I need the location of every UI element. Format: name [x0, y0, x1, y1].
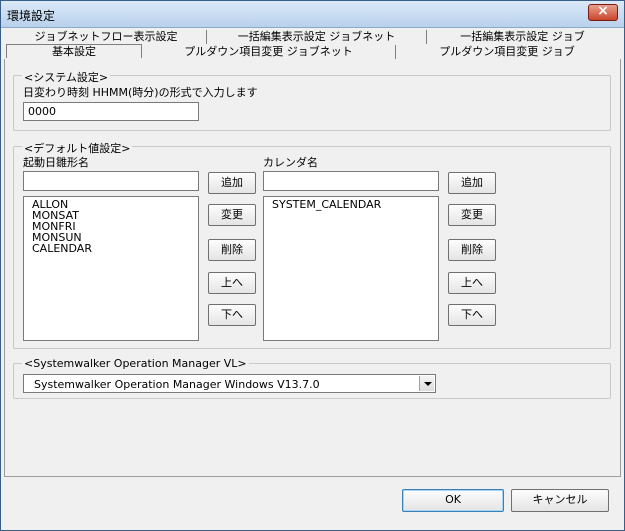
operation-manager-selected: Systemwalker Operation Manager Windows V… — [34, 378, 320, 391]
pattern-down-button[interactable]: 下へ — [208, 304, 256, 326]
calendar-down-button[interactable]: 下へ — [448, 304, 496, 326]
window-title: 環境設定 — [7, 9, 56, 23]
tab-bulk-edit-jobnet[interactable]: 一括編集表示設定 ジョブネット — [206, 30, 426, 44]
calendar-list[interactable]: SYSTEM_CALENDAR — [263, 196, 439, 341]
operation-manager-group: <Systemwalker Operation Manager VL> Syst… — [13, 357, 611, 399]
pattern-change-button[interactable]: 変更 — [208, 204, 256, 226]
day-change-time-input[interactable]: 0000 — [23, 102, 199, 121]
tab-bulk-edit-job[interactable]: 一括編集表示設定 ジョブ — [426, 30, 618, 44]
operation-manager-legend: <Systemwalker Operation Manager VL> — [22, 357, 249, 370]
calendar-up-button[interactable]: 上へ — [448, 272, 496, 294]
pattern-delete-button[interactable]: 削除 — [208, 239, 256, 261]
calendar-delete-button[interactable]: 削除 — [448, 239, 496, 261]
calendar-label: カレンダ名 — [263, 156, 318, 169]
chevron-down-icon[interactable] — [419, 376, 434, 391]
tab-basic-settings[interactable]: 基本設定 — [6, 44, 142, 58]
calendar-input[interactable] — [263, 171, 439, 191]
tab-pulldown-job[interactable]: プルダウン項目変更 ジョブ — [395, 45, 618, 59]
start-day-pattern-input[interactable] — [23, 171, 199, 191]
day-change-label: 日変わり時刻 HHMM(時分)の形式で入力します — [23, 86, 258, 99]
title-bar[interactable]: 環境設定 × — [1, 1, 624, 28]
pattern-up-button[interactable]: 上へ — [208, 272, 256, 294]
settings-dialog: 環境設定 × ジョブネットフロー表示設定 一括編集表示設定 ジョブネット 一括編… — [0, 0, 625, 531]
close-icon: × — [597, 3, 609, 19]
default-settings-group: <デフォルト値設定> 起動日雛形名 ALLON MONSAT MONFRI MO… — [13, 140, 611, 349]
calendar-change-button[interactable]: 変更 — [448, 204, 496, 226]
close-button[interactable]: × — [588, 3, 618, 21]
cancel-button[interactable]: キャンセル — [511, 489, 609, 512]
start-day-pattern-list[interactable]: ALLON MONSAT MONFRI MONSUN CALENDAR — [23, 196, 199, 341]
pattern-add-button[interactable]: 追加 — [208, 172, 256, 194]
calendar-add-button[interactable]: 追加 — [448, 172, 496, 194]
list-item[interactable]: CALENDAR — [32, 243, 198, 254]
tab-pulldown-jobnet[interactable]: プルダウン項目変更 ジョブネット — [142, 45, 395, 59]
tab-jobnet-flow-display[interactable]: ジョブネットフロー表示設定 — [6, 30, 206, 44]
start-day-pattern-label: 起動日雛形名 — [23, 156, 89, 169]
system-settings-legend: <システム設定> — [22, 69, 111, 85]
list-item[interactable]: SYSTEM_CALENDAR — [272, 199, 438, 210]
ok-button[interactable]: OK — [402, 489, 504, 512]
operation-manager-select[interactable]: Systemwalker Operation Manager Windows V… — [23, 374, 436, 393]
system-settings-group: <システム設定> 日変わり時刻 HHMM(時分)の形式で入力します 0000 — [13, 69, 611, 131]
